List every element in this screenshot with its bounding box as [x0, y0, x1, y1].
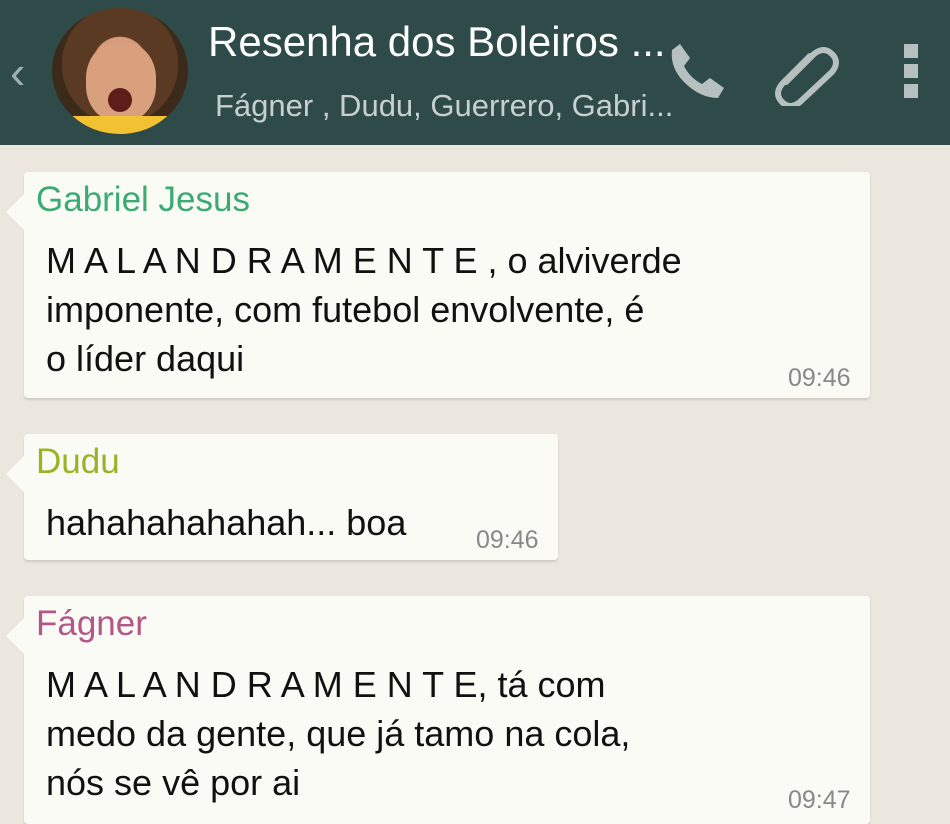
menu-dot — [904, 44, 918, 58]
message-bubble[interactable]: Dudu hahahahahahah... boa 09:46 — [6, 434, 558, 560]
menu-dot — [904, 84, 918, 98]
message-text: M A L A N D R A M E N T E , o alviverde … — [46, 236, 682, 383]
phone-icon[interactable] — [662, 34, 732, 104]
message-bubble[interactable]: Fágner M A L A N D R A M E N T E, tá com… — [6, 596, 870, 824]
chat-title[interactable]: Resenha dos Boleiros ... — [208, 18, 738, 66]
message-line: hahahahahahah... boa — [46, 502, 407, 543]
message-line: imponente, com futebol envolvente, é — [46, 289, 645, 330]
group-avatar[interactable] — [52, 8, 188, 134]
message-line: M A L A N D R A M E N T E, tá com — [46, 664, 606, 705]
message-time: 09:46 — [788, 364, 851, 392]
chat-header: ‹ Resenha dos Boleiros ... Fágner , Dudu… — [0, 0, 950, 145]
message-line: medo da gente, que já tamo na cola, — [46, 713, 631, 754]
avatar-mouth — [108, 88, 132, 112]
chat-participants[interactable]: Fágner , Dudu, Guerrero, Gabri... — [215, 88, 735, 124]
menu-dot — [904, 64, 918, 78]
overflow-menu-icon[interactable] — [892, 38, 928, 104]
message-bubble[interactable]: Gabriel Jesus M A L A N D R A M E N T E … — [6, 172, 870, 398]
message-text: M A L A N D R A M E N T E, tá com medo d… — [46, 660, 630, 807]
message-line: nós se vê por ai — [46, 762, 301, 803]
message-line: o líder daqui — [46, 338, 245, 379]
message-text: hahahahahahah... boa — [46, 498, 406, 547]
paperclip-icon[interactable] — [766, 36, 842, 109]
message-time: 09:47 — [788, 786, 851, 814]
avatar-shirt — [72, 116, 172, 134]
message-sender: Gabriel Jesus — [36, 180, 250, 219]
chevron-left-icon[interactable]: ‹ — [10, 42, 40, 102]
message-sender: Fágner — [36, 604, 147, 643]
message-sender: Dudu — [36, 442, 120, 481]
message-time: 09:46 — [476, 526, 539, 554]
message-line: M A L A N D R A M E N T E , o alviverde — [46, 240, 682, 281]
